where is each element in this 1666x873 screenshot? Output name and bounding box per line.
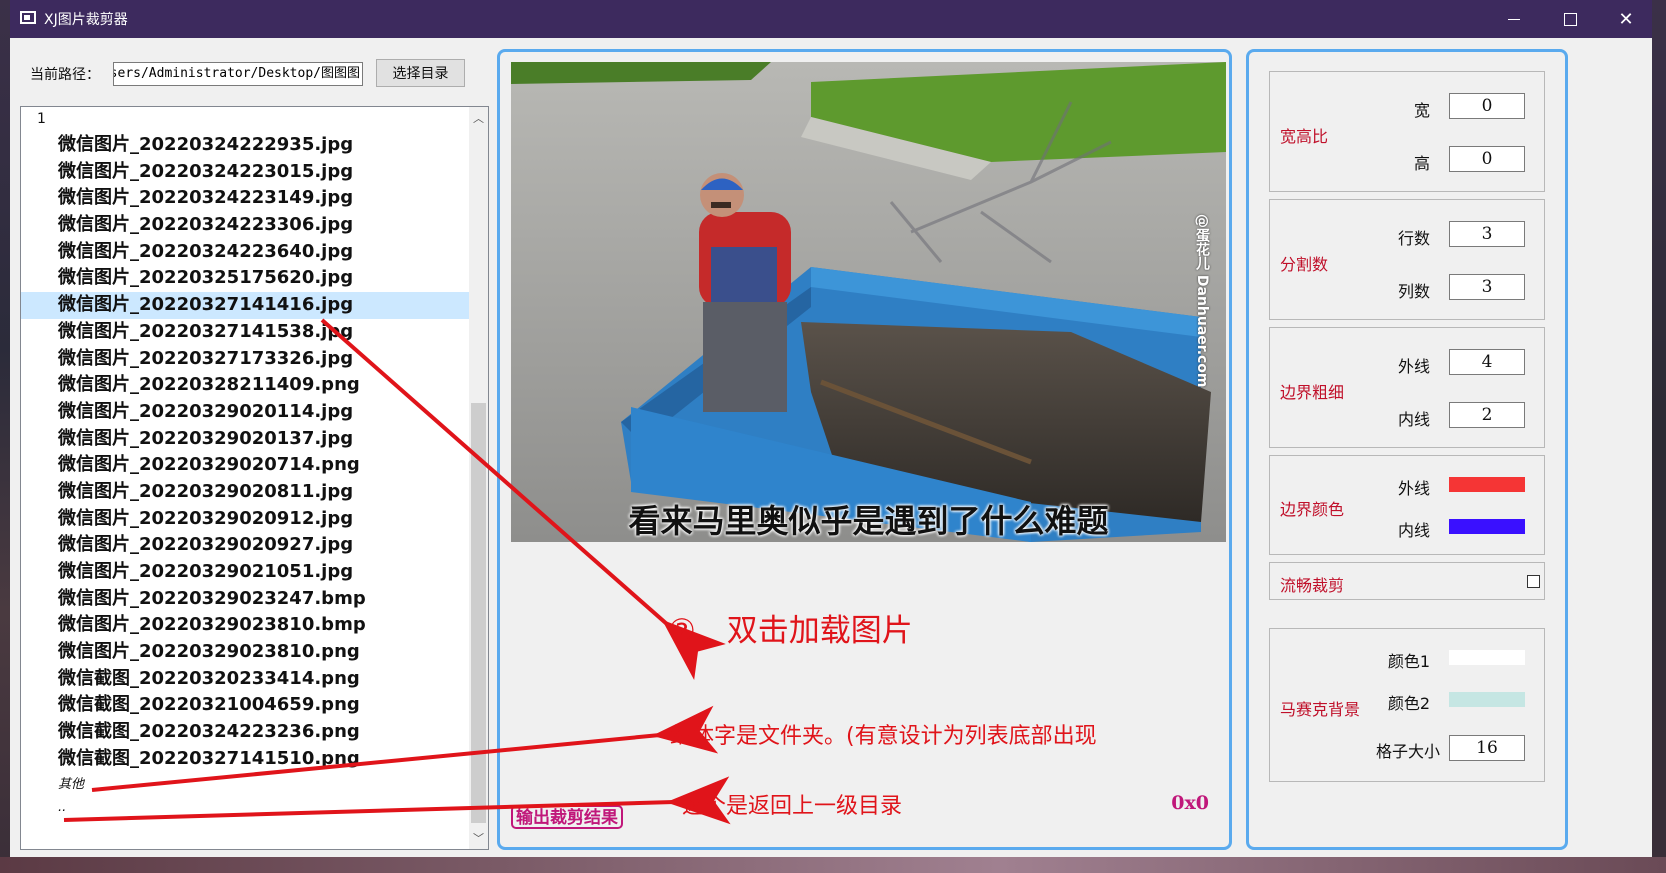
file-item[interactable]: 微信图片_20220324223640.jpg xyxy=(21,239,471,266)
outer-width-input[interactable]: 4 xyxy=(1449,349,1525,375)
settings-panel: 宽高比 宽 0 高 0 分割数 行数 3 列数 3 边界粗细 外线 4 内线 2… xyxy=(1246,49,1568,850)
file-item[interactable]: 微信图片_20220327173326.jpg xyxy=(21,346,471,373)
file-item[interactable]: 微信图片_20220329020927.jpg xyxy=(21,532,471,559)
title-bar: XJ图片裁剪器 ✕ xyxy=(10,0,1652,38)
folder-item[interactable]: 其他 xyxy=(21,773,471,796)
annotation-double-click: ②、双击加载图片 xyxy=(668,613,913,649)
file-item[interactable]: 微信图片_20220329021051.jpg xyxy=(21,559,471,586)
close-icon: ✕ xyxy=(1618,8,1634,30)
color1-label: 颜色1 xyxy=(1387,652,1430,671)
file-item[interactable]: 微信图片_20220324222935.jpg xyxy=(21,132,471,159)
choose-directory-button[interactable]: 选择目录 xyxy=(376,59,465,87)
color2-label: 颜色2 xyxy=(1387,694,1430,713)
minimize-icon xyxy=(1508,18,1520,20)
cell-size-input[interactable]: 16 xyxy=(1449,735,1525,761)
file-item[interactable]: 微信图片_20220324223015.jpg xyxy=(21,159,471,186)
file-item[interactable]: 微信图片_20220329020114.jpg xyxy=(21,399,471,426)
parent-directory-item[interactable]: .. xyxy=(21,796,471,819)
output-crop-button[interactable]: 输出裁剪结果 xyxy=(511,805,623,829)
height-label: 高 xyxy=(1413,154,1430,173)
scroll-up-icon[interactable]: ︿ xyxy=(469,107,488,129)
app-icon xyxy=(20,11,36,24)
file-item[interactable]: 微信图片_20220324223306.jpg xyxy=(21,212,471,239)
inner-color-swatch[interactable] xyxy=(1449,519,1525,534)
file-item[interactable]: 微信图片_20220329020137.jpg xyxy=(21,426,471,453)
photo-caption: 看来马里奥似乎是遇到了什么难题 xyxy=(628,502,1109,540)
file-item[interactable]: 微信截图_20220327141510.png xyxy=(21,746,471,773)
mosaic-background-group: 马赛克背景 颜色1 颜色2 格子大小 16 xyxy=(1269,628,1545,782)
preview-photo-illustration xyxy=(511,62,1226,542)
smooth-crop-group: 流畅裁剪 xyxy=(1269,562,1545,600)
file-rows: 微信图片_20220324222935.jpg 微信图片_202203242230… xyxy=(21,132,471,819)
outer-color-swatch[interactable] xyxy=(1449,477,1525,492)
desktop-background-left xyxy=(0,0,10,873)
desktop-background-right xyxy=(1652,0,1666,873)
aspect-ratio-title: 宽高比 xyxy=(1280,127,1329,146)
photo-watermark: @蛋花儿 Danhuaer.com xyxy=(1194,214,1210,388)
file-item[interactable]: 微信图片_20220327141538.jpg xyxy=(21,319,471,346)
desktop-background-bottom xyxy=(0,857,1666,873)
border-color-group: 边界颜色 外线 内线 xyxy=(1269,455,1545,555)
file-item[interactable]: 微信图片_20220329020912.jpg xyxy=(21,506,471,533)
smooth-crop-title: 流畅裁剪 xyxy=(1280,576,1345,595)
cell-size-label: 格子大小 xyxy=(1375,742,1440,761)
file-item[interactable]: 微信图片_20220324223149.jpg xyxy=(21,185,471,212)
maximize-icon xyxy=(1563,12,1577,26)
border-width-group: 边界粗细 外线 4 内线 2 xyxy=(1269,327,1545,448)
file-item[interactable]: 微信图片_20220327141416.jpg xyxy=(21,292,471,319)
path-input[interactable]: C:/Users/Administrator/Desktop/图图图 xyxy=(113,62,363,86)
scroll-down-icon[interactable]: ﹀ xyxy=(469,827,488,849)
file-item[interactable]: 微信图片_20220329020714.png xyxy=(21,452,471,479)
path-value: C:/Users/Administrator/Desktop/图图图 xyxy=(114,66,360,81)
cols-input[interactable]: 3 xyxy=(1449,274,1525,300)
width-label: 宽 xyxy=(1413,101,1430,120)
inner-width-input[interactable]: 2 xyxy=(1449,402,1525,428)
height-input[interactable]: 0 xyxy=(1449,146,1525,172)
annotation-folders-note: 细体字是文件夹。(有意设计为列表底部出现 xyxy=(670,724,1097,749)
split-count-group: 分割数 行数 3 列数 3 xyxy=(1269,199,1545,320)
smooth-crop-checkbox[interactable] xyxy=(1527,575,1540,588)
annotation-parent-note: 这个是返回上一级目录 xyxy=(682,794,903,819)
border-color-title: 边界颜色 xyxy=(1280,500,1345,519)
file-item[interactable]: 微信截图_20220320233414.png xyxy=(21,666,471,693)
outer-color-label: 外线 xyxy=(1397,479,1430,498)
file-item[interactable]: 微信截图_20220321004659.png xyxy=(21,692,471,719)
rows-label: 行数 xyxy=(1397,229,1430,248)
file-item[interactable]: 微信图片_20220325175620.jpg xyxy=(21,265,471,292)
inner-color-label: 内线 xyxy=(1397,521,1430,540)
aspect-ratio-group: 宽高比 宽 0 高 0 xyxy=(1269,71,1545,192)
cols-label: 列数 xyxy=(1397,282,1430,301)
color1-swatch[interactable] xyxy=(1449,650,1525,665)
preview-image[interactable]: @蛋花儿 Danhuaer.com 看来马里奥似乎是遇到了什么难题 xyxy=(511,62,1226,542)
minimize-button[interactable] xyxy=(1486,0,1542,38)
image-dimensions: 0x0 xyxy=(1171,792,1209,814)
outer-width-label: 外线 xyxy=(1397,357,1430,376)
path-label: 当前路径： xyxy=(30,67,100,83)
file-item[interactable]: 微信图片_20220329023810.bmp xyxy=(21,612,471,639)
inner-width-label: 内线 xyxy=(1397,410,1430,429)
mosaic-background-title: 马赛克背景 xyxy=(1280,700,1361,719)
window-title: XJ图片裁剪器 xyxy=(44,12,128,28)
maximize-button[interactable] xyxy=(1542,0,1598,38)
border-width-title: 边界粗细 xyxy=(1280,383,1345,402)
file-item[interactable]: 微信截图_20220324223236.png xyxy=(21,719,471,746)
file-item[interactable]: 微信图片_20220328211409.png xyxy=(21,372,471,399)
width-input[interactable]: 0 xyxy=(1449,93,1525,119)
rows-input[interactable]: 3 xyxy=(1449,221,1525,247)
color2-swatch[interactable] xyxy=(1449,692,1525,707)
split-count-title: 分割数 xyxy=(1280,255,1329,274)
scrollbar-thumb[interactable] xyxy=(471,403,486,823)
file-item[interactable]: 微信图片_20220329023247.bmp xyxy=(21,586,471,613)
close-button[interactable]: ✕ xyxy=(1598,0,1654,38)
file-item[interactable]: 微信图片_20220329023810.png xyxy=(21,639,471,666)
file-item[interactable]: 微信图片_20220329020811.jpg xyxy=(21,479,471,506)
list-scrollbar[interactable]: ︿ ﹀ xyxy=(469,107,488,849)
list-header: 1 xyxy=(37,111,46,127)
file-list[interactable]: 1 微信图片_20220324222935.jpg 微信图片_2022032422… xyxy=(20,106,489,850)
